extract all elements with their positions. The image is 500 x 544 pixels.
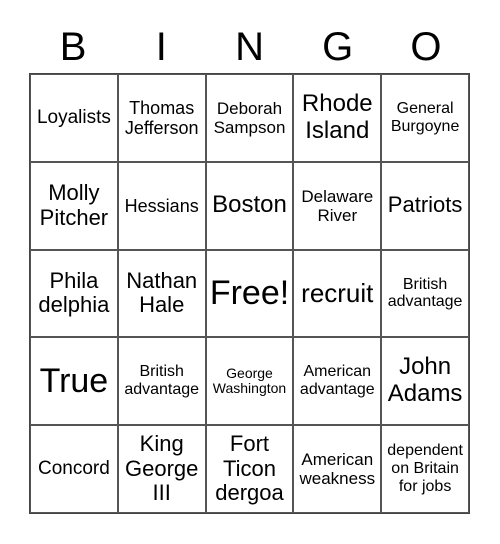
bingo-cell[interactable]: recruit — [293, 249, 382, 338]
bingo-cell[interactable]: Patriots — [381, 161, 469, 250]
bingo-cell[interactable]: George Washington — [205, 337, 294, 426]
bingo-cell[interactable]: Nathan Hale — [117, 249, 206, 338]
bingo-cell[interactable]: Concord — [30, 425, 118, 513]
bingo-cell[interactable]: British advantage — [117, 337, 206, 426]
header-letter-g: G — [322, 25, 354, 69]
bingo-cell[interactable]: American weakness — [293, 425, 382, 513]
bingo-header: B I N G O — [29, 22, 470, 72]
bingo-cell[interactable]: Deborah Sampson — [205, 74, 294, 162]
bingo-cell[interactable]: True — [30, 337, 118, 426]
bingo-cell[interactable]: King George III — [117, 425, 206, 513]
bingo-cell[interactable]: Boston — [205, 161, 294, 250]
bingo-cell[interactable]: Rhode Island — [293, 74, 382, 162]
bingo-cell[interactable]: Delaware River — [293, 161, 382, 250]
bingo-cell[interactable]: dependent on Britain for jobs — [381, 425, 469, 513]
bingo-cell[interactable]: Molly Pitcher — [30, 161, 118, 250]
bingo-cell[interactable]: Phila delphia — [30, 249, 118, 338]
header-letter-o: O — [410, 25, 442, 69]
bingo-grid: Loyalists Thomas Jefferson Deborah Samps… — [29, 73, 470, 514]
header-letter-b: B — [59, 25, 87, 69]
bingo-cell[interactable]: Hessians — [117, 161, 206, 250]
bingo-cell[interactable]: John Adams — [381, 337, 469, 426]
header-letter-n: N — [235, 25, 264, 69]
header-letter-i: I — [155, 25, 167, 69]
bingo-cell[interactable]: Loyalists — [30, 74, 118, 162]
bingo-cell[interactable]: Thomas Jefferson — [117, 74, 206, 162]
free-space[interactable]: Free! — [205, 249, 294, 338]
bingo-cell[interactable]: General Burgoyne — [381, 74, 469, 162]
bingo-cell[interactable]: Fort Ticon dergoa — [205, 425, 294, 513]
bingo-cell[interactable]: British advantage — [381, 249, 469, 338]
bingo-cell[interactable]: American advantage — [293, 337, 382, 426]
